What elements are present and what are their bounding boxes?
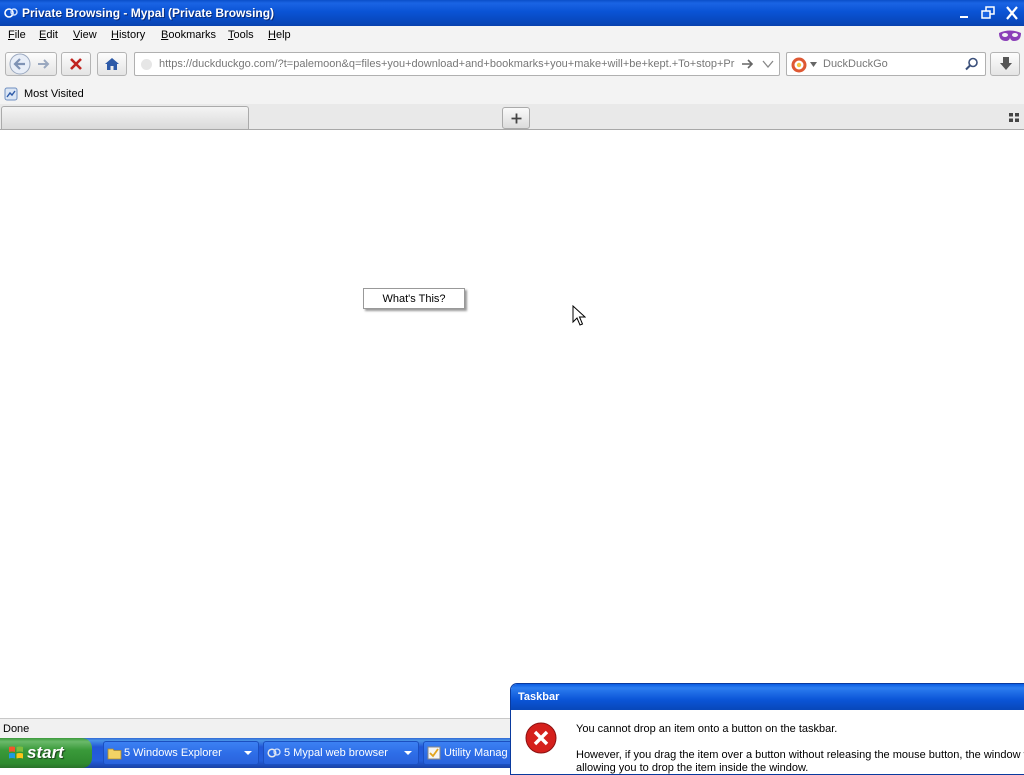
bookmarks-toolbar: Most Visited bbox=[0, 84, 1024, 104]
tab-current[interactable] bbox=[1, 106, 249, 129]
page-content[interactable]: What's This? bbox=[0, 130, 1024, 718]
private-mask-icon bbox=[999, 30, 1021, 41]
close-button[interactable] bbox=[1002, 4, 1022, 22]
minimize-icon bbox=[960, 16, 968, 18]
most-visited-icon bbox=[4, 87, 18, 101]
search-icon[interactable] bbox=[965, 57, 979, 71]
error-icon bbox=[525, 722, 557, 754]
tab-list-icon[interactable] bbox=[1009, 113, 1019, 122]
back-forward-group bbox=[5, 52, 57, 76]
navigation-toolbar: https://duckduckgo.com/?t=palemoon&q=fil… bbox=[0, 46, 1024, 84]
mouse-cursor-icon bbox=[572, 305, 586, 326]
stop-button[interactable] bbox=[61, 52, 91, 76]
status-text: Done bbox=[3, 723, 30, 735]
close-icon bbox=[1006, 6, 1018, 20]
taskbar-button-utility-manager[interactable]: Utility Manag bbox=[423, 741, 518, 765]
downloads-button[interactable] bbox=[990, 52, 1020, 76]
forward-icon[interactable] bbox=[36, 56, 52, 72]
browser-logo-icon bbox=[4, 8, 18, 18]
balloon-message-detail: However, if you drag the item over a but… bbox=[576, 749, 1024, 761]
restore-button[interactable] bbox=[978, 4, 998, 22]
whats-this-label: What's This? bbox=[382, 293, 446, 305]
windows-flag-icon bbox=[9, 746, 23, 759]
stop-icon bbox=[70, 58, 82, 70]
whats-this-popup[interactable]: What's This? bbox=[363, 288, 465, 309]
home-button[interactable] bbox=[97, 52, 127, 76]
address-text[interactable]: https://duckduckgo.com/?t=palemoon&q=fil… bbox=[159, 58, 735, 70]
start-button[interactable]: start bbox=[0, 738, 92, 768]
start-label: start bbox=[27, 743, 64, 762]
menu-file[interactable]: File bbox=[8, 29, 26, 41]
menu-tools[interactable]: Tools bbox=[228, 29, 254, 41]
taskbar-button-mypal[interactable]: 5 Mypal web browser bbox=[263, 741, 419, 765]
most-visited-folder[interactable]: Most Visited bbox=[0, 84, 90, 104]
menu-bar: File Edit View History Bookmarks Tools H… bbox=[0, 26, 1024, 46]
go-arrow-icon[interactable] bbox=[741, 58, 755, 70]
address-bar[interactable]: https://duckduckgo.com/?t=palemoon&q=fil… bbox=[134, 52, 780, 76]
chevron-down-icon bbox=[404, 751, 412, 755]
taskbar-balloon[interactable]: Taskbar You cannot drop an item onto a b… bbox=[510, 683, 1024, 775]
taskbar-button-label: Utility Manag bbox=[444, 747, 508, 759]
folder-icon bbox=[107, 748, 122, 760]
balloon-message-detail-2: allowing you to drop the item inside the… bbox=[576, 762, 809, 774]
utility-manager-icon bbox=[427, 746, 441, 760]
window-titlebar[interactable]: Private Browsing - Mypal (Private Browsi… bbox=[0, 0, 1024, 26]
search-input[interactable]: DuckDuckGo bbox=[823, 58, 888, 70]
download-icon bbox=[1000, 57, 1012, 70]
restore-icon bbox=[981, 6, 995, 19]
engine-dropdown-icon[interactable] bbox=[810, 62, 817, 67]
tab-strip bbox=[0, 104, 1024, 130]
minimize-button[interactable] bbox=[954, 4, 974, 22]
balloon-message: You cannot drop an item onto a button on… bbox=[576, 723, 838, 735]
home-icon bbox=[105, 58, 119, 70]
menu-view[interactable]: View bbox=[73, 29, 97, 41]
site-identity-icon[interactable] bbox=[141, 59, 152, 70]
taskbar-button-label: 5 Mypal web browser bbox=[284, 747, 388, 759]
dropdown-icon[interactable] bbox=[762, 60, 774, 68]
balloon-title: Taskbar bbox=[518, 691, 560, 703]
duckduckgo-logo-icon[interactable] bbox=[791, 57, 807, 73]
taskbar-button-windows-explorer[interactable]: 5 Windows Explorer bbox=[103, 741, 259, 765]
menu-history[interactable]: History bbox=[111, 29, 145, 41]
window-title: Private Browsing - Mypal (Private Browsi… bbox=[22, 6, 275, 20]
new-tab-button[interactable] bbox=[502, 107, 530, 129]
search-bar[interactable]: DuckDuckGo bbox=[786, 52, 986, 76]
back-icon[interactable] bbox=[8, 52, 32, 76]
taskbar-button-label: 5 Windows Explorer bbox=[124, 747, 222, 759]
menu-edit[interactable]: Edit bbox=[39, 29, 58, 41]
menu-bookmarks[interactable]: Bookmarks bbox=[161, 29, 216, 41]
chevron-down-icon bbox=[244, 751, 252, 755]
menu-help[interactable]: Help bbox=[268, 29, 291, 41]
most-visited-label: Most Visited bbox=[24, 88, 84, 100]
mypal-icon bbox=[267, 748, 281, 758]
plus-icon bbox=[511, 113, 522, 124]
balloon-header: Taskbar bbox=[511, 684, 1024, 710]
